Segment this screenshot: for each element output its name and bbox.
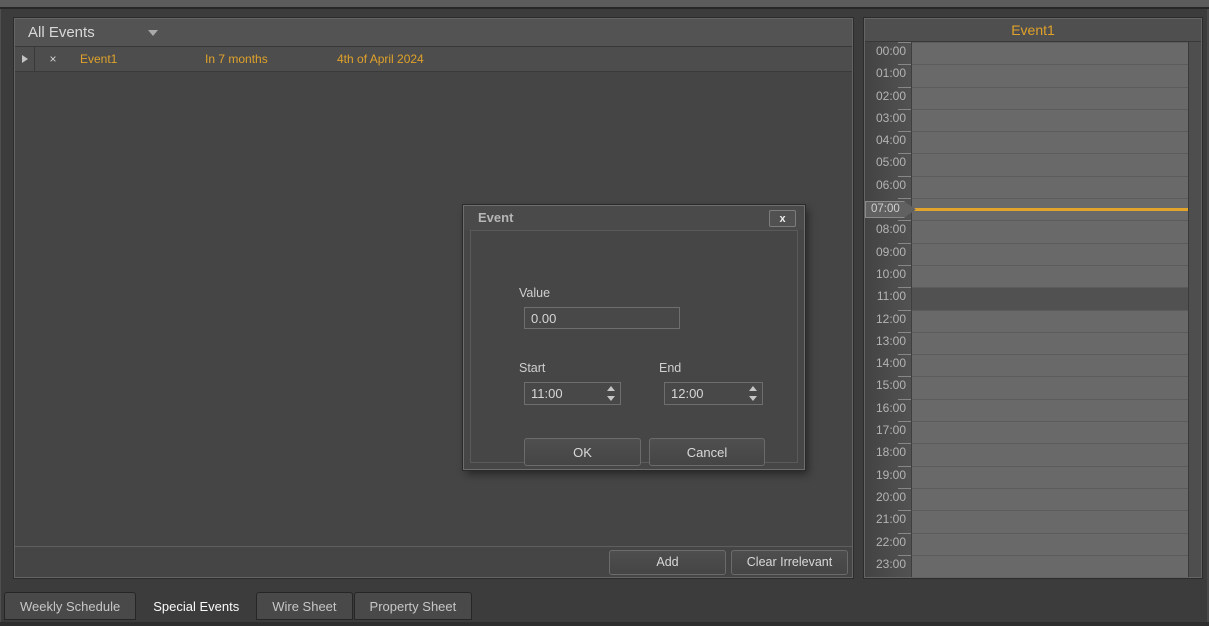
expand-toggle[interactable] [15, 47, 35, 71]
clear-irrelevant-button[interactable]: Clear Irrelevant [731, 550, 848, 575]
delete-event-icon[interactable]: × [46, 52, 60, 66]
hour-row[interactable] [912, 243, 1188, 265]
hour-row[interactable] [912, 354, 1188, 376]
hour-label: 21:00 [865, 510, 911, 532]
window-top-strip [0, 0, 1209, 9]
hour-label: 12:00 [865, 310, 911, 332]
hour-label: 10:00 [865, 265, 911, 287]
end-time-spinner [664, 382, 763, 405]
event-dialog: Event x Value Start End OK [463, 205, 805, 470]
expand-arrow-icon [22, 55, 28, 63]
hour-row[interactable] [912, 555, 1188, 577]
hour-row[interactable] [912, 510, 1188, 532]
hour-row[interactable] [912, 533, 1188, 555]
hour-grid[interactable] [911, 42, 1188, 577]
close-icon[interactable]: x [769, 210, 796, 227]
hour-label: 00:00 [865, 42, 911, 64]
event-date: 4th of April 2024 [337, 52, 424, 66]
hour-label: 08:00 [865, 220, 911, 242]
chevron-down-icon [148, 30, 158, 36]
hour-row[interactable] [912, 131, 1188, 153]
hour-row[interactable] [912, 466, 1188, 488]
hour-label: 16:00 [865, 399, 911, 421]
hour-row[interactable] [912, 87, 1188, 109]
hour-row[interactable] [912, 399, 1188, 421]
hour-row[interactable] [912, 42, 1188, 64]
hour-label: 19:00 [865, 466, 911, 488]
spin-down-icon[interactable] [749, 396, 757, 401]
hour-row[interactable] [912, 376, 1188, 398]
end-label: End [659, 361, 681, 375]
day-schedule-panel: Event1 00:0001:0002:0003:0004:0005:0006:… [864, 18, 1202, 578]
hour-label: 01:00 [865, 64, 911, 86]
event-relative-time: In 7 months [205, 52, 337, 66]
value-label: Value [519, 286, 550, 300]
day-schedule-body: 00:0001:0002:0003:0004:0005:0006:0007:00… [865, 42, 1201, 577]
events-filter-dropdown[interactable]: All Events [28, 24, 158, 41]
end-spin-buttons [747, 384, 759, 403]
hour-row[interactable] [912, 220, 1188, 242]
hour-row[interactable] [912, 310, 1188, 332]
hour-row[interactable] [912, 287, 1188, 309]
hour-row[interactable] [912, 443, 1188, 465]
hour-row[interactable] [912, 488, 1188, 510]
hour-label: 18:00 [865, 443, 911, 465]
add-button[interactable]: Add [609, 550, 726, 575]
tab-property-sheet[interactable]: Property Sheet [354, 592, 473, 620]
hour-row[interactable] [912, 332, 1188, 354]
tab-wire-sheet[interactable]: Wire Sheet [256, 592, 352, 620]
hour-label: 11:00 [865, 287, 911, 309]
spin-up-icon[interactable] [749, 386, 757, 391]
start-spin-buttons [605, 384, 617, 403]
hour-label: 20:00 [865, 488, 911, 510]
hour-label: 22:00 [865, 533, 911, 555]
dialog-title-bar[interactable]: Event x [464, 206, 804, 230]
cancel-button[interactable]: Cancel [649, 438, 765, 466]
spin-down-icon[interactable] [607, 396, 615, 401]
hour-row[interactable] [912, 421, 1188, 443]
hour-label: 05:00 [865, 153, 911, 175]
hour-label: 09:00 [865, 243, 911, 265]
hour-label: 17:00 [865, 421, 911, 443]
bottom-tab-bar: Weekly Schedule Special Events Wire Shee… [0, 592, 1209, 622]
day-schedule-title: Event1 [865, 19, 1201, 42]
tab-weekly-schedule[interactable]: Weekly Schedule [4, 592, 136, 620]
hour-label: 06:00 [865, 176, 911, 198]
event-row[interactable]: × Event1 In 7 months 4th of April 2024 [15, 47, 852, 72]
spin-up-icon[interactable] [607, 386, 615, 391]
hour-label: 02:00 [865, 87, 911, 109]
hour-label: 23:00 [865, 555, 911, 577]
hour-label: 15:00 [865, 376, 911, 398]
dialog-title: Event [478, 210, 513, 225]
ok-button[interactable]: OK [524, 438, 641, 466]
tab-special-events[interactable]: Special Events [137, 592, 255, 620]
window-bottom-edge [0, 622, 1209, 626]
current-time-line [912, 208, 1188, 211]
hour-row[interactable] [912, 153, 1188, 175]
hour-row[interactable] [912, 265, 1188, 287]
value-input[interactable] [524, 307, 680, 329]
events-filter-label: All Events [28, 24, 140, 41]
hour-row[interactable] [912, 176, 1188, 198]
start-time-spinner [524, 382, 621, 405]
hour-label: 03:00 [865, 109, 911, 131]
hour-gutter: 00:0001:0002:0003:0004:0005:0006:0007:00… [865, 42, 911, 577]
start-label: Start [519, 361, 545, 375]
event-name: Event1 [80, 52, 205, 66]
events-filter-bar: All Events [15, 19, 852, 47]
scrollbar-track[interactable] [1188, 42, 1201, 577]
events-actions-bar: Add Clear Irrelevant [15, 547, 852, 577]
hour-row[interactable] [912, 109, 1188, 131]
hour-label: 14:00 [865, 354, 911, 376]
dialog-content: Value Start End OK Cancel [470, 230, 798, 463]
hour-label: 04:00 [865, 131, 911, 153]
hour-label: 13:00 [865, 332, 911, 354]
scheduler-window: All Events × Event1 In 7 months 4th of A… [0, 0, 1209, 626]
hour-row[interactable] [912, 64, 1188, 86]
